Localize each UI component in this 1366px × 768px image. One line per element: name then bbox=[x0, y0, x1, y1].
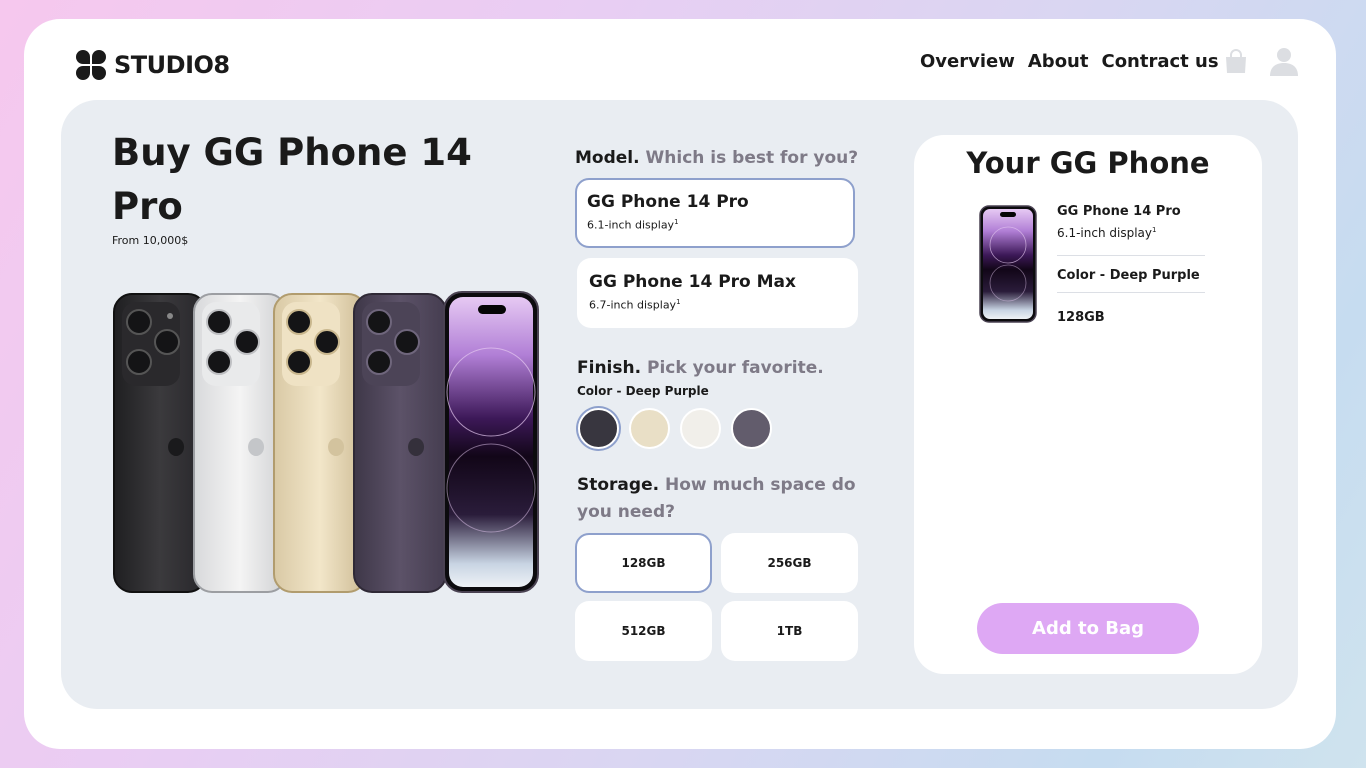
summary-storage: 128GB bbox=[1057, 310, 1105, 325]
user-icon[interactable] bbox=[1269, 46, 1299, 76]
model-option-14-pro[interactable]: GG Phone 14 Pro 6.1-inch display1 bbox=[575, 178, 855, 248]
shopping-bag-icon[interactable] bbox=[1223, 48, 1249, 74]
swatch-gold[interactable] bbox=[629, 408, 670, 449]
swatch-space-black[interactable] bbox=[731, 408, 772, 449]
storage-heading-strong: Storage. bbox=[577, 475, 660, 495]
model-option-display: 6.1-inch display1 bbox=[587, 218, 679, 232]
storage-option-512gb[interactable]: 512GB bbox=[575, 601, 712, 661]
summary-model: GG Phone 14 Pro bbox=[1057, 204, 1181, 219]
model-heading: Model. Which is best for you? bbox=[575, 148, 858, 168]
phone-lineup-image bbox=[113, 291, 539, 593]
finish-heading: Finish. Pick your favorite. bbox=[577, 358, 824, 378]
finish-heading-strong: Finish. bbox=[577, 358, 642, 378]
storage-option-1tb[interactable]: 1TB bbox=[721, 601, 858, 661]
model-option-display: 6.7-inch display1 bbox=[589, 298, 681, 312]
storage-heading: Storage. How much space do you need? bbox=[577, 472, 867, 526]
model-option-14-pro-max[interactable]: GG Phone 14 Pro Max 6.7-inch display1 bbox=[577, 258, 858, 328]
summary-phone-image bbox=[979, 205, 1037, 323]
studio8-logo-icon bbox=[76, 50, 106, 80]
brand-name: STUDIO8 bbox=[114, 51, 230, 79]
model-option-name: GG Phone 14 Pro bbox=[587, 192, 749, 212]
model-heading-muted: Which is best for you? bbox=[645, 148, 859, 168]
summary-divider bbox=[1057, 255, 1205, 256]
price-label: From 10,000$ bbox=[112, 234, 189, 247]
summary-display: 6.1-inch display1 bbox=[1057, 226, 1157, 240]
swatch-silver[interactable] bbox=[680, 408, 721, 449]
add-to-bag-button[interactable]: Add to Bag bbox=[977, 603, 1199, 654]
nav-item-overview[interactable]: Overview bbox=[920, 51, 1015, 72]
nav-item-contract-us[interactable]: Contract us bbox=[1101, 51, 1218, 72]
main-nav: Overview About Contract us bbox=[920, 51, 1219, 72]
storage-option-128gb[interactable]: 128GB bbox=[575, 533, 712, 593]
summary-divider bbox=[1057, 292, 1205, 293]
brand-logo[interactable]: STUDIO8 bbox=[76, 50, 230, 80]
summary-title: Your GG Phone bbox=[966, 146, 1210, 180]
model-heading-strong: Model. bbox=[575, 148, 640, 168]
nav-item-about[interactable]: About bbox=[1028, 51, 1089, 72]
finish-heading-muted: Pick your favorite. bbox=[646, 358, 824, 378]
model-option-name: GG Phone 14 Pro Max bbox=[589, 272, 796, 292]
page-title: Buy GG Phone 14 Pro bbox=[112, 131, 472, 228]
summary-color: Color - Deep Purple bbox=[1057, 268, 1200, 283]
color-label: Color - Deep Purple bbox=[577, 384, 709, 398]
swatch-deep-purple[interactable] bbox=[578, 408, 619, 449]
color-swatches bbox=[578, 408, 772, 449]
storage-option-256gb[interactable]: 256GB bbox=[721, 533, 858, 593]
